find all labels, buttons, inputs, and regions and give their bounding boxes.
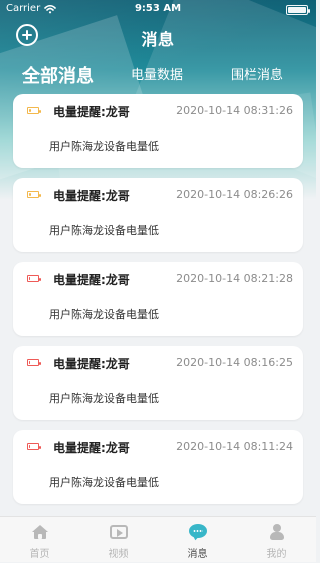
battery-fill [288,7,306,13]
nav-video[interactable]: 视频 [79,523,158,563]
message-header: 电量提醒:龙哥 2020-10-14 08:31:26 [25,103,295,121]
chat-dots [193,530,203,532]
battery-level-fill [29,193,31,196]
message-tabs: 全部消息 电量数据 围栏消息 [0,58,316,92]
message-title: 电量提醒:龙哥 [53,105,130,119]
message-body: 用户陈海龙设备电量低 [49,308,159,321]
message-title: 电量提醒:龙哥 [53,189,130,203]
message-card[interactable]: 电量提醒:龙哥 2020-10-14 08:11:24 用户陈海龙设备电量低 [13,430,303,504]
message-time: 2020-10-14 08:21:28 [176,272,293,285]
battery-icon [286,5,310,15]
battery-level-fill [29,277,30,280]
message-title: 电量提醒:龙哥 [53,441,130,455]
status-time: 9:53 AM [134,3,182,14]
message-list: 电量提醒:龙哥 2020-10-14 08:31:26 用户陈海龙设备电量低 电… [0,94,316,514]
tab-fence-messages[interactable]: 围栏消息 [231,64,283,83]
message-card[interactable]: 电量提醒:龙哥 2020-10-14 08:16:25 用户陈海龙设备电量低 [13,346,303,420]
user-body [270,532,284,540]
message-card[interactable]: 电量提醒:龙哥 2020-10-14 08:31:26 用户陈海龙设备电量低 [13,94,303,168]
message-body: 用户陈海龙设备电量低 [49,476,159,489]
battery-low-icon [27,359,41,366]
nav-label-home: 首页 [29,549,50,560]
status-bar: Carrier 9:53 AM [0,0,316,20]
message-time: 2020-10-14 08:31:26 [176,104,293,117]
battery-level-fill [29,109,31,112]
message-time: 2020-10-14 08:26:26 [176,188,293,201]
message-header: 电量提醒:龙哥 2020-10-14 08:21:28 [25,271,295,289]
message-card[interactable]: 电量提醒:龙哥 2020-10-14 08:21:28 用户陈海龙设备电量低 [13,262,303,336]
nav-home[interactable]: 首页 [0,523,79,563]
battery-low-icon [27,191,41,198]
user-icon [269,524,285,540]
tab-all-messages[interactable]: 全部消息 [22,62,94,88]
chat-bubble-icon [189,524,207,541]
message-time: 2020-10-14 08:11:24 [176,440,293,453]
page-title: 消息 [141,30,175,49]
nav-profile[interactable]: 我的 [237,523,316,563]
battery-low-icon [27,275,41,282]
battery-level-fill [29,445,30,448]
home-door [38,534,42,539]
battery-low-icon [27,107,41,114]
battery-low-icon [27,443,41,450]
play-icon [117,529,123,537]
top-bar: 消息 [0,20,316,56]
nav-label-messages: 消息 [187,549,208,560]
message-title: 电量提醒:龙哥 [53,273,130,287]
message-header: 电量提醒:龙哥 2020-10-14 08:26:26 [25,187,295,205]
nav-label-video: 视频 [108,549,129,560]
message-header: 电量提醒:龙哥 2020-10-14 08:16:25 [25,355,295,373]
message-time: 2020-10-14 08:16:25 [176,356,293,369]
nav-label-profile: 我的 [266,549,287,560]
message-body: 用户陈海龙设备电量低 [49,140,159,153]
nav-messages[interactable]: 消息 [158,523,237,563]
message-body: 用户陈海龙设备电量低 [49,224,159,237]
tab-battery-data[interactable]: 电量数据 [131,64,183,83]
home-icon [32,525,48,539]
message-card[interactable]: 电量提醒:龙哥 2020-10-14 08:26:26 用户陈海龙设备电量低 [13,178,303,252]
video-icon [110,525,128,539]
message-body: 用户陈海龙设备电量低 [49,392,159,405]
user-head [273,524,281,532]
message-header: 电量提醒:龙哥 2020-10-14 08:11:24 [25,439,295,457]
chat-tail [191,535,199,541]
bottom-navigation: 首页 视频 消息 我的 [0,516,316,562]
message-title: 电量提醒:龙哥 [53,357,130,371]
battery-level-fill [29,361,30,364]
